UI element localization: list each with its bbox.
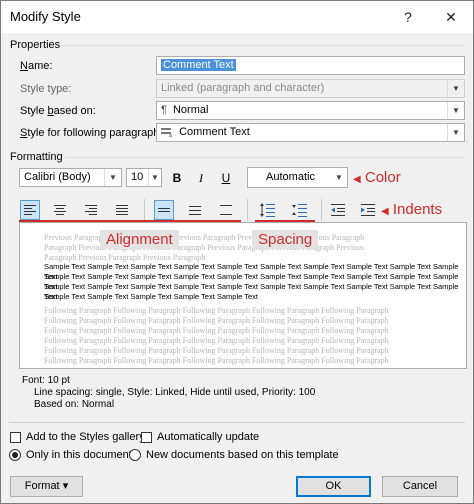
bold-button[interactable]: B xyxy=(167,168,187,188)
new-documents-label[interactable]: New documents based on this template xyxy=(146,449,339,461)
increase-indent-button[interactable] xyxy=(358,200,378,220)
decrease-indent-button[interactable] xyxy=(328,200,348,220)
title-bar: Modify Style ? ✕ xyxy=(1,1,473,33)
font-name-select[interactable]: Calibri (Body) ▼ xyxy=(19,168,122,187)
font-size-value: 10 xyxy=(131,171,144,183)
chevron-down-icon[interactable]: ▼ xyxy=(447,124,464,141)
arrow-left-icon: ◀ xyxy=(353,174,361,185)
one-half-spacing-button[interactable] xyxy=(185,200,205,220)
style-preview-pane: Previous Paragraph Previous Paragraph Pr… xyxy=(19,222,467,369)
chevron-down-icon: ▾ xyxy=(62,480,69,492)
style-type-value: Linked (paragraph and character) xyxy=(161,82,325,94)
name-label-text: ame: xyxy=(27,60,53,72)
indents-callout: ◀ Indents xyxy=(381,201,442,218)
dialog-title: Modify Style xyxy=(10,9,81,24)
format-menu-button[interactable]: Format ▾ xyxy=(10,476,83,497)
indents-callout-text: Indents xyxy=(392,201,443,218)
auto-update-label[interactable]: Automatically update xyxy=(157,431,259,443)
following-paragraph-line: Following Paragraph Following Paragraph … xyxy=(44,346,389,355)
formatting-divider xyxy=(65,157,465,158)
double-spacing-icon xyxy=(220,205,232,215)
one-half-spacing-icon xyxy=(189,206,201,215)
font-size-select[interactable]: 10 ▼ xyxy=(126,168,162,187)
chevron-down-icon[interactable]: ▼ xyxy=(447,102,464,119)
only-this-document-label[interactable]: Only in this document xyxy=(26,449,132,461)
close-button[interactable]: ✕ xyxy=(437,5,465,29)
align-left-icon xyxy=(24,205,36,215)
cancel-button[interactable]: Cancel xyxy=(382,476,458,497)
pilcrow-icon: ¶ xyxy=(161,104,167,116)
spacing-callout: Spacing xyxy=(252,230,319,249)
single-spacing-button[interactable] xyxy=(154,200,174,220)
based-on-select[interactable]: ¶ Normal ▼ xyxy=(156,101,465,120)
arrow-left-icon: ◀ xyxy=(381,206,389,217)
style-description-based-on: Based on: Normal xyxy=(34,399,115,410)
following-paragraph-line: Following Paragraph Following Paragraph … xyxy=(44,316,389,325)
increase-indent-icon xyxy=(361,204,375,216)
add-to-gallery-label[interactable]: Add to the Styles gallery xyxy=(26,431,145,443)
following-label: Style for following paragraph: xyxy=(20,127,163,139)
following-value: Comment Text xyxy=(179,126,250,138)
color-callout-text: Color xyxy=(364,169,401,186)
toolbar-separator xyxy=(247,199,248,221)
following-paragraph-line: Following Paragraph Following Paragraph … xyxy=(44,306,389,315)
chevron-down-icon[interactable]: ▼ xyxy=(148,169,161,186)
based-on-label: Style based on: xyxy=(20,105,96,117)
modify-style-dialog: Modify Style ? ✕ Properties Name: Commen… xyxy=(0,0,474,504)
name-value: Comment Text xyxy=(161,59,236,71)
chevron-down-icon[interactable]: ▼ xyxy=(331,168,347,187)
paragraph-style-icon: a xyxy=(161,127,173,137)
sample-text-line: Sample Text Sample Text Sample Text Samp… xyxy=(44,292,258,301)
italic-button[interactable]: I xyxy=(191,168,211,188)
font-color-value: Automatic xyxy=(266,171,315,183)
alignment-callout: Alignment xyxy=(100,230,179,249)
decrease-paragraph-spacing-button[interactable] xyxy=(290,200,310,220)
toolbar-separator xyxy=(321,199,322,221)
increase-spacing-icon xyxy=(260,203,275,217)
chevron-down-icon[interactable]: ▼ xyxy=(104,169,121,186)
underline-button[interactable]: U xyxy=(216,168,236,188)
style-type-label: Style type: xyxy=(20,83,72,95)
align-left-button[interactable] xyxy=(20,200,40,220)
font-color-select[interactable]: Automatic ▼ xyxy=(247,167,348,188)
auto-update-checkbox[interactable] xyxy=(141,432,152,443)
name-label: Name: xyxy=(20,60,53,72)
description-divider xyxy=(9,422,465,423)
chevron-down-icon: ▼ xyxy=(447,80,464,97)
double-spacing-button[interactable] xyxy=(216,200,236,220)
decrease-indent-icon xyxy=(331,204,345,216)
single-spacing-icon xyxy=(158,208,170,212)
new-documents-radio[interactable] xyxy=(129,449,141,461)
increase-paragraph-spacing-button[interactable] xyxy=(258,200,278,220)
following-paragraph-line: Following Paragraph Following Paragraph … xyxy=(44,336,389,345)
decrease-spacing-icon xyxy=(292,204,307,217)
align-right-button[interactable] xyxy=(81,200,101,220)
name-field[interactable]: Comment Text xyxy=(156,56,465,75)
justify-icon xyxy=(116,205,128,215)
font-name-value: Calibri (Body) xyxy=(24,171,91,183)
based-on-value: Normal xyxy=(172,104,209,116)
properties-divider xyxy=(61,45,465,46)
align-center-button[interactable] xyxy=(50,200,70,220)
following-paragraph-line: Following Paragraph Following Paragraph … xyxy=(44,356,389,365)
add-to-gallery-checkbox[interactable] xyxy=(10,432,21,443)
svg-text:a: a xyxy=(169,133,172,137)
format-button-label: Format xyxy=(24,480,60,492)
align-center-icon xyxy=(54,205,66,215)
style-type-select: Linked (paragraph and character) ▼ xyxy=(156,79,465,98)
justify-button[interactable] xyxy=(112,200,132,220)
color-callout: ◀ Color xyxy=(353,169,401,186)
ok-button[interactable]: OK xyxy=(296,476,371,497)
following-select[interactable]: a Comment Text ▼ xyxy=(156,123,465,142)
formatting-group-label: Formatting xyxy=(10,151,63,163)
properties-group-label: Properties xyxy=(10,39,61,51)
only-this-document-radio[interactable] xyxy=(9,449,21,461)
toolbar-separator xyxy=(144,199,145,221)
align-right-icon xyxy=(85,205,97,215)
help-button[interactable]: ? xyxy=(394,5,422,29)
following-paragraph-line: Following Paragraph Following Paragraph … xyxy=(44,326,389,335)
